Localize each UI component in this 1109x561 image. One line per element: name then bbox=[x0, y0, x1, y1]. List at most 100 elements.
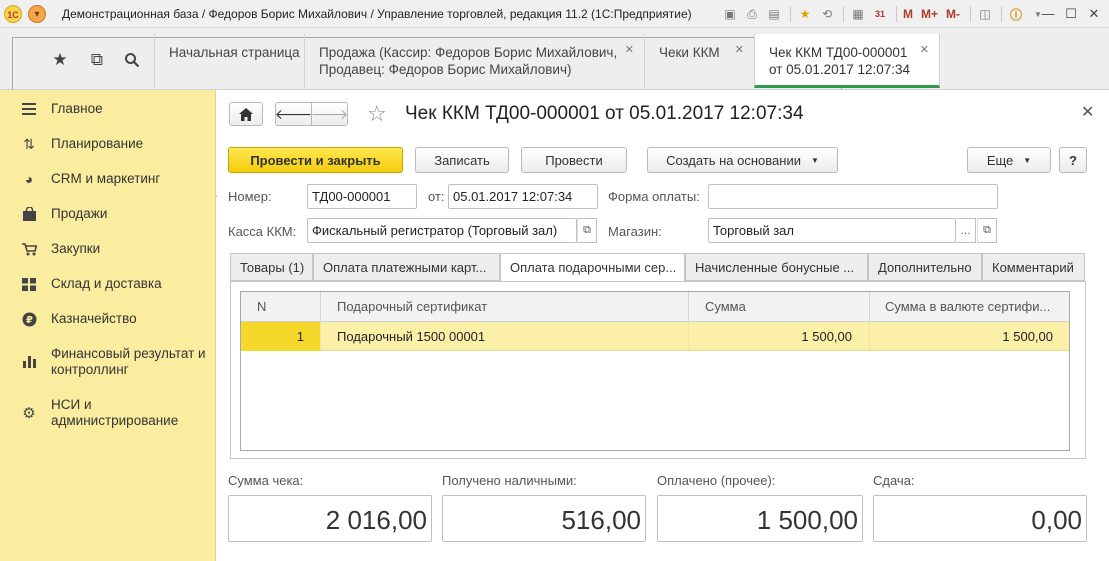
cash-received-field[interactable]: 516,00 bbox=[442, 495, 646, 542]
tab-card-payments[interactable]: Оплата платежными карт... bbox=[313, 253, 500, 281]
planning-icon: ⇅ bbox=[23, 135, 35, 152]
bar-chart-icon bbox=[20, 353, 38, 371]
tab-accrued-bonuses[interactable]: Начисленные бонусные ... bbox=[685, 253, 868, 281]
toolbar-divider bbox=[970, 6, 972, 22]
date-field[interactable]: 05.01.2017 12:07:34 bbox=[448, 184, 598, 209]
cash-register-label: Касса ККМ: bbox=[228, 224, 297, 239]
save-icon[interactable]: ▣ bbox=[720, 4, 740, 24]
column-header-certificate[interactable]: Подарочный сертификат bbox=[321, 292, 689, 322]
menu-lines-icon bbox=[20, 100, 38, 118]
panel-layout-icon[interactable]: ◫ bbox=[975, 4, 995, 24]
post-button[interactable]: Провести bbox=[521, 147, 627, 173]
info-icon[interactable]: ⓘ bbox=[1006, 4, 1026, 24]
chevron-down-icon: ▼ bbox=[1023, 155, 1032, 165]
create-based-on-button[interactable]: Создать на основании ▼ bbox=[647, 147, 838, 173]
forward-button[interactable]: 🡒 bbox=[311, 102, 348, 126]
number-field[interactable]: ТД00-000001 bbox=[307, 184, 417, 209]
print-icon[interactable]: ⎙ bbox=[742, 4, 762, 24]
store-field[interactable]: Торговый зал bbox=[708, 218, 956, 243]
home-icon bbox=[239, 107, 253, 121]
toolbar-divider bbox=[896, 6, 897, 22]
calendar-icon[interactable]: 31 bbox=[870, 4, 890, 24]
preview-icon[interactable]: ▤ bbox=[764, 4, 784, 24]
column-header-sum-currency[interactable]: Сумма в валюте сертифи... bbox=[870, 292, 1069, 322]
gift-certificates-table[interactable]: N Подарочный сертификат Сумма Сумма в ва… bbox=[240, 291, 1070, 451]
gear-icon: ⚙ bbox=[22, 405, 36, 422]
close-tab-icon[interactable]: ✕ bbox=[735, 42, 744, 59]
window-title: Демонстрационная база / Федоров Борис Ми… bbox=[62, 7, 692, 21]
tab-sale[interactable]: Продажа (Кассир: Федоров Борис Михайлови… bbox=[304, 34, 644, 88]
tab-receipts[interactable]: Чеки ККМ ✕ bbox=[644, 34, 754, 88]
cart-icon bbox=[20, 240, 38, 258]
certificate-cell[interactable]: Подарочный 1500 00001 bbox=[321, 322, 689, 351]
arrow-left-icon: 🡐 bbox=[274, 105, 313, 122]
sidebar-item-label: Закупки bbox=[51, 241, 101, 256]
memory-m-plus-button[interactable]: M+ bbox=[919, 4, 940, 24]
sum-currency-cell[interactable]: 1 500,00 bbox=[870, 322, 1069, 351]
close-form-icon[interactable]: ✕ bbox=[1081, 102, 1094, 122]
memory-m-button[interactable]: M bbox=[901, 4, 915, 24]
sum-cell[interactable]: 1 500,00 bbox=[689, 322, 870, 351]
select-store-button[interactable]: … bbox=[956, 218, 976, 243]
help-button[interactable]: ? bbox=[1059, 147, 1087, 173]
window-toolbar: ▣ ⎙ ▤ ★ ⟲ ▦ 31 M M+ M- ◫ ⓘ ▼ bbox=[720, 4, 1050, 24]
tab-goods[interactable]: Товары (1) bbox=[230, 253, 313, 281]
tab-additional[interactable]: Дополнительно bbox=[868, 253, 982, 281]
sidebar-item-label: CRM и маркетинг bbox=[51, 171, 161, 186]
column-header-n[interactable]: N bbox=[241, 292, 321, 322]
more-button[interactable]: Еще ▼ bbox=[967, 147, 1051, 173]
post-and-close-button[interactable]: Провести и закрыть bbox=[228, 147, 403, 173]
favorite-star-icon[interactable]: ☆ bbox=[367, 103, 387, 125]
maximize-icon[interactable]: ☐ bbox=[1060, 4, 1082, 24]
close-window-icon[interactable]: ✕ bbox=[1083, 4, 1105, 24]
main-menu-icon[interactable]: ▾ bbox=[28, 5, 46, 23]
payment-form-field[interactable] bbox=[708, 184, 998, 209]
tab-gift-certificate-payments[interactable]: Оплата подарочными сер... bbox=[500, 253, 685, 282]
table-header: N Подарочный сертификат Сумма Сумма в ва… bbox=[241, 292, 1069, 322]
favorite-icon[interactable]: ★ bbox=[795, 4, 815, 24]
open-cash-register-button[interactable]: ⧉ bbox=[577, 218, 597, 243]
sidebar-item-label: Планирование bbox=[51, 136, 144, 151]
sidebar-item-label: Склад и доставка bbox=[51, 276, 162, 291]
pie-chart-icon: ◕ bbox=[24, 171, 34, 187]
sidebar-item-label: Казначейство bbox=[51, 311, 137, 326]
row-number-cell[interactable]: 1 bbox=[241, 322, 321, 351]
memory-m-minus-button[interactable]: M- bbox=[944, 4, 962, 24]
receipt-sum-value: 2 016,00 bbox=[228, 495, 432, 542]
table-row[interactable]: 1 Подарочный 1500 00001 1 500,00 1 500,0… bbox=[241, 322, 1069, 351]
date-label: от: bbox=[428, 189, 445, 204]
home-button[interactable] bbox=[229, 102, 263, 126]
store-label: Магазин: bbox=[608, 224, 662, 239]
tab-receipt-document[interactable]: Чек ККМ ТД00-000001 от 05.01.2017 12:07:… bbox=[754, 34, 940, 88]
sidebar-item-label: Главное bbox=[51, 101, 103, 116]
open-store-button[interactable]: ⧉ bbox=[977, 218, 997, 243]
shopping-bag-icon bbox=[20, 205, 38, 223]
close-tab-icon[interactable]: ✕ bbox=[920, 42, 929, 59]
minimize-icon[interactable]: — bbox=[1037, 4, 1059, 24]
cash-register-field[interactable]: Фискальный регистратор (Торговый зал) bbox=[307, 218, 577, 243]
tab-label: Чек ККМ ТД00-000001 от 05.01.2017 12:07:… bbox=[769, 45, 911, 77]
sidebar-item-label: НСИ и администрирование bbox=[51, 397, 179, 428]
sidebar-item-label: Финансовый результат и контроллинг bbox=[51, 346, 206, 377]
create-based-on-label: Создать на основании bbox=[666, 152, 801, 168]
tab-home[interactable]: Начальная страница bbox=[154, 34, 304, 88]
sections-tab-bar: ★ ⧉ Начальная страница Продажа (Кассир: … bbox=[0, 28, 1109, 197]
history-icon[interactable]: ⧉ bbox=[85, 48, 109, 72]
close-tab-icon[interactable]: ✕ bbox=[625, 42, 634, 59]
search-icon[interactable] bbox=[120, 48, 144, 72]
warehouse-icon bbox=[20, 275, 38, 293]
toolbar-divider bbox=[790, 6, 791, 22]
open-link-icon: ⧉ bbox=[983, 224, 991, 236]
open-link-icon: ⧉ bbox=[583, 224, 591, 236]
back-button[interactable]: 🡐 bbox=[275, 102, 312, 126]
tab-label: Продажа (Кассир: Федоров Борис Михайлови… bbox=[319, 45, 618, 77]
chevron-down-icon: ▼ bbox=[810, 155, 819, 165]
calculator-icon[interactable]: ▦ bbox=[848, 4, 868, 24]
column-header-sum[interactable]: Сумма bbox=[689, 292, 870, 322]
history-icon[interactable]: ⟲ bbox=[817, 4, 837, 24]
toolbar-divider bbox=[843, 6, 844, 22]
tab-comment[interactable]: Комментарий bbox=[982, 253, 1085, 281]
save-button[interactable]: Записать bbox=[415, 147, 509, 173]
favorites-star-icon[interactable]: ★ bbox=[48, 48, 72, 72]
page-title: Чек ККМ ТД00-000001 от 05.01.2017 12:07:… bbox=[405, 103, 804, 124]
